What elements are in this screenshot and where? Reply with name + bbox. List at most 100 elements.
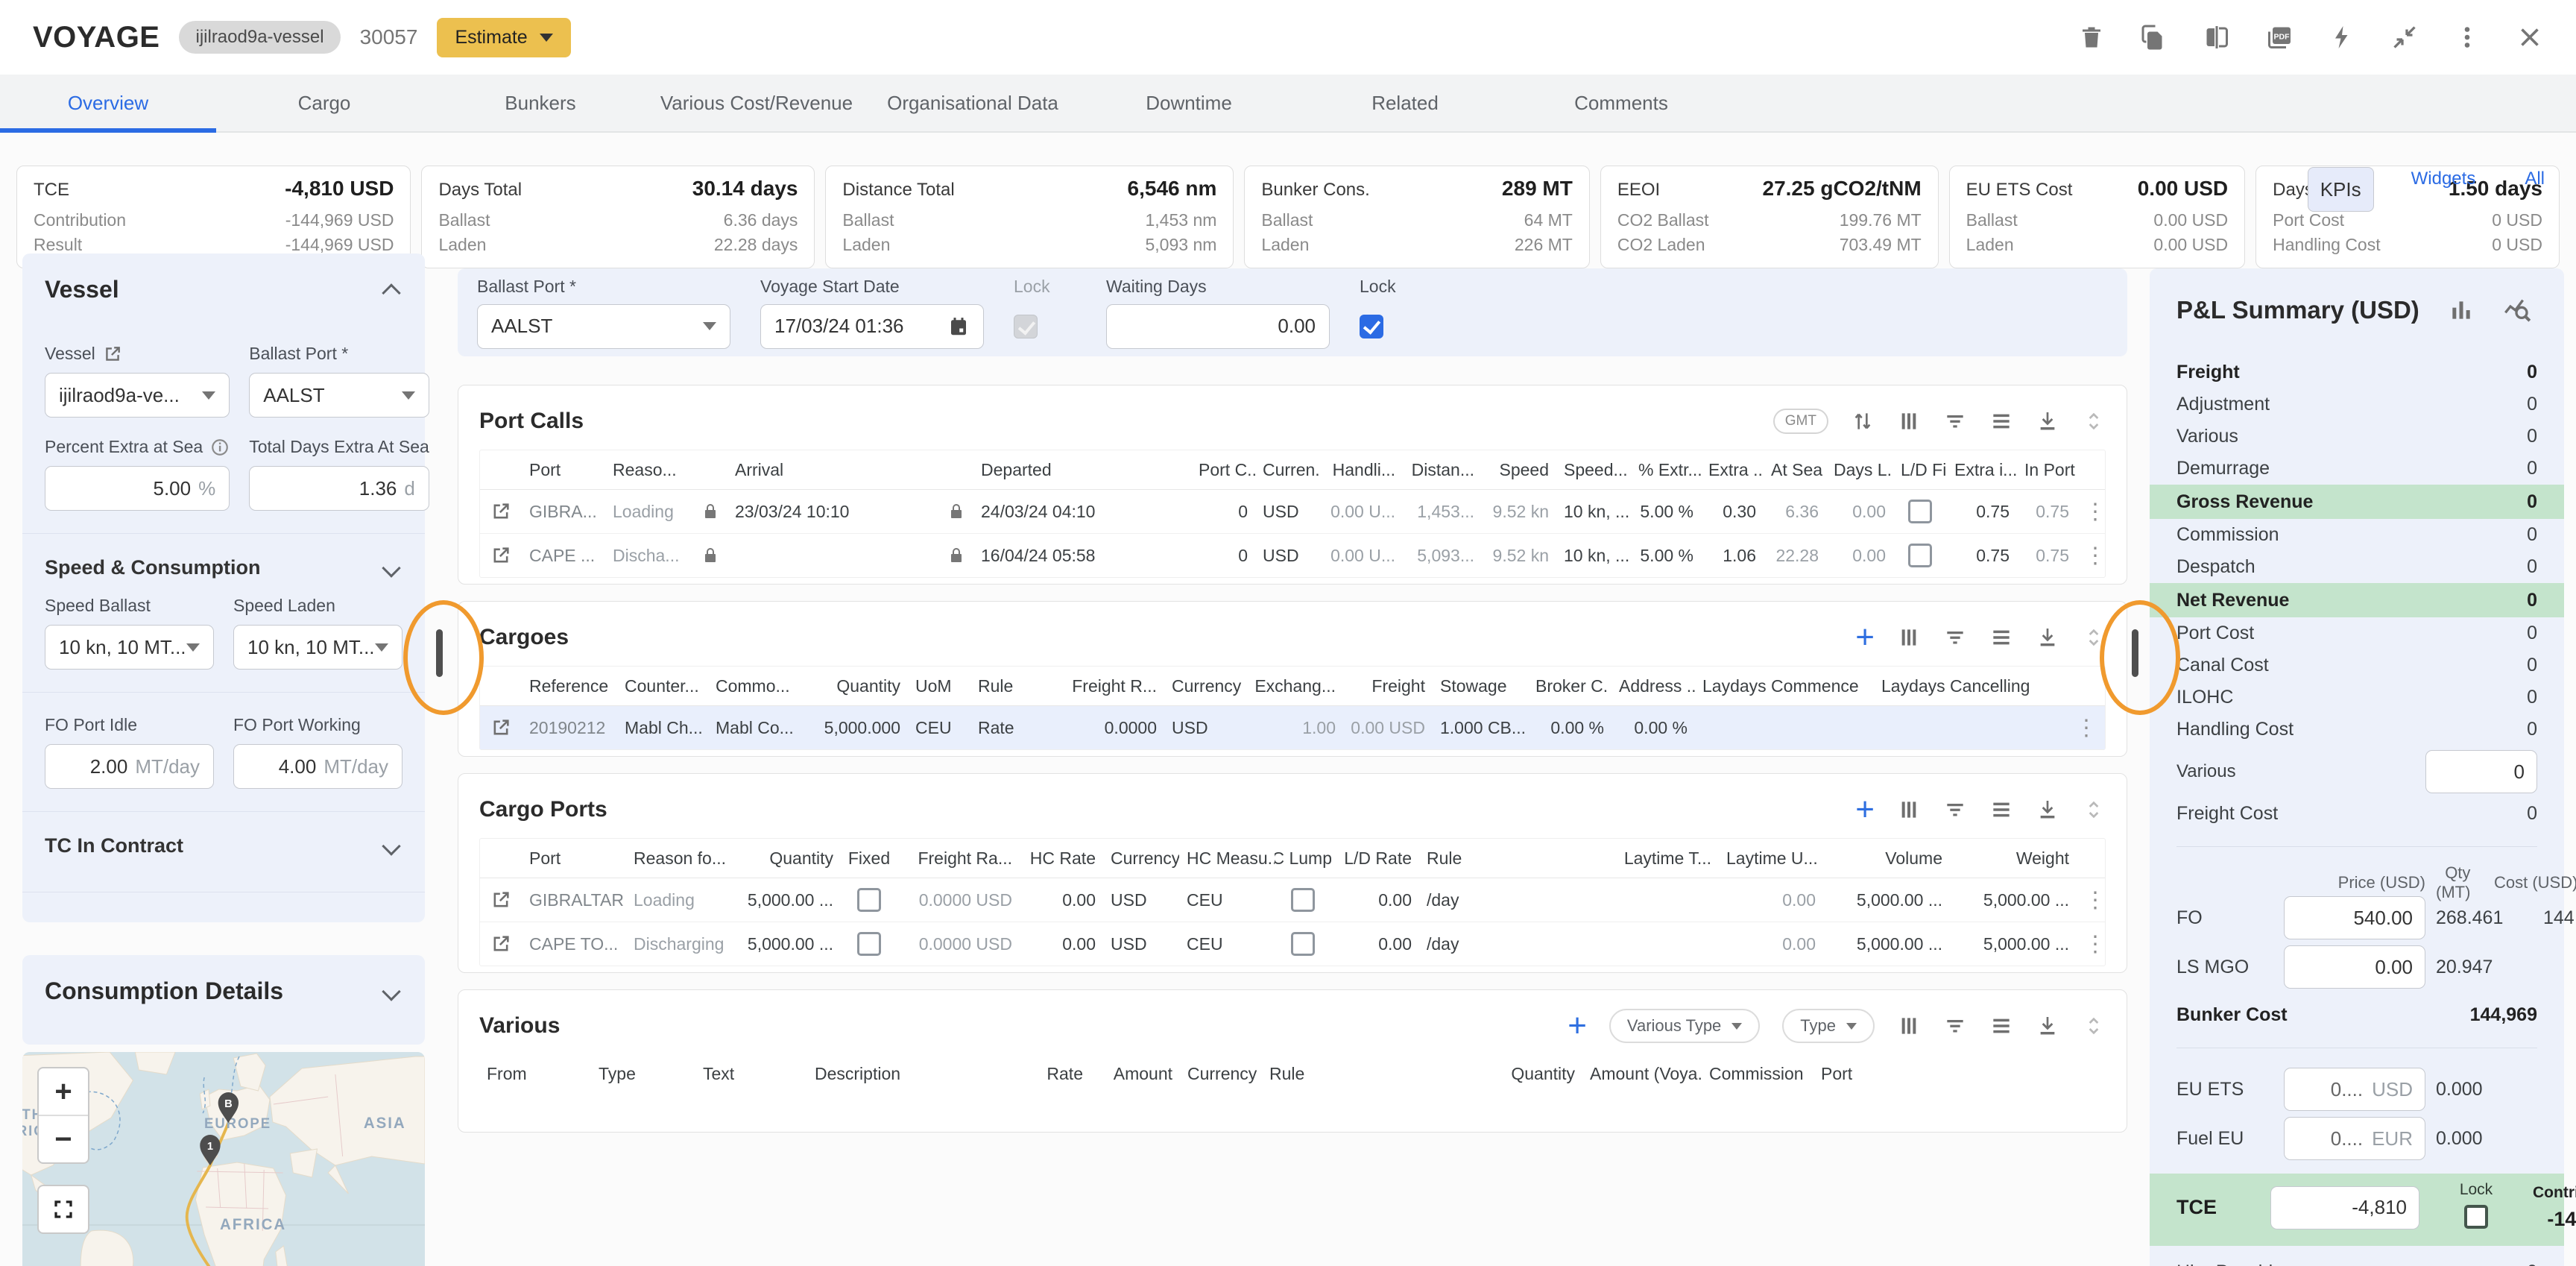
fixed-checkbox[interactable] <box>857 888 881 912</box>
filter-icon[interactable] <box>1943 1014 1967 1038</box>
columns-icon[interactable] <box>1897 1014 1921 1038</box>
download-icon[interactable] <box>2036 409 2059 433</box>
tce-lock-checkbox[interactable] <box>2464 1205 2488 1229</box>
tab-downtime[interactable]: Downtime <box>1081 75 1297 131</box>
hc-lumpsum-checkbox[interactable] <box>1291 932 1315 956</box>
external-link-icon[interactable] <box>103 344 122 364</box>
percent-extra-input[interactable]: 5.00% <box>45 466 230 511</box>
form-ballast-port-select[interactable]: AALST <box>477 304 730 349</box>
tab-comments[interactable]: Comments <box>1513 75 1729 131</box>
chevron-down-icon[interactable] <box>382 558 400 577</box>
row-density-icon[interactable] <box>1989 1014 2013 1038</box>
row-density-icon[interactable] <box>1989 626 2013 649</box>
tab-cargo[interactable]: Cargo <box>216 75 432 131</box>
expand-collapse-icon[interactable] <box>2082 626 2106 649</box>
tce-input[interactable]: -4,810 <box>2270 1186 2419 1229</box>
ballast-port-select[interactable]: AALST <box>249 373 429 418</box>
fo-port-working-input[interactable]: 4.00MT/day <box>233 744 402 789</box>
open-cargo-port-icon[interactable] <box>490 889 511 910</box>
open-port-call-icon[interactable] <box>490 501 511 522</box>
row-menu-icon[interactable]: ⋮ <box>2060 715 2112 741</box>
lock-icon[interactable] <box>947 503 965 520</box>
lsmgo-price-input[interactable]: 0.00 <box>2284 945 2425 989</box>
compare-icon[interactable] <box>2203 24 2230 51</box>
columns-icon[interactable] <box>1897 626 1921 649</box>
filter-icon[interactable] <box>1943 409 1967 433</box>
days-extra-input[interactable]: 1.36d <box>249 466 429 511</box>
view-link-all[interactable]: All <box>2513 167 2557 212</box>
pnl-various-input[interactable]: 0 <box>2425 750 2537 793</box>
add-cargo-button[interactable]: + <box>1855 626 1875 649</box>
hc-lumpsum-checkbox[interactable] <box>1291 888 1315 912</box>
type-filter[interactable]: Type <box>1782 1009 1875 1043</box>
bar-chart-icon[interactable] <box>2446 295 2476 325</box>
ld-first-checkbox[interactable] <box>1908 544 1932 567</box>
columns-icon[interactable] <box>1897 798 1921 822</box>
tab-bunkers[interactable]: Bunkers <box>432 75 648 131</box>
close-icon[interactable] <box>2516 24 2543 51</box>
vessel-select[interactable]: ijilraod9a-ve... <box>45 373 230 418</box>
row-menu-icon[interactable]: ⋮ <box>2077 543 2112 569</box>
download-icon[interactable] <box>2036 798 2059 822</box>
sort-icon[interactable] <box>1851 409 1875 433</box>
voyage-start-date-input[interactable]: 17/03/24 01:36 <box>760 304 984 349</box>
analysis-chart-icon[interactable] <box>2503 295 2533 325</box>
lock-icon[interactable] <box>701 503 719 520</box>
row-menu-icon[interactable]: ⋮ <box>2077 931 2112 957</box>
lock-icon[interactable] <box>947 547 965 564</box>
quick-action-icon[interactable] <box>2329 24 2355 51</box>
eu-ets-input[interactable]: 0....USD <box>2284 1068 2425 1111</box>
filter-icon[interactable] <box>1943 626 1967 649</box>
open-cargo-port-icon[interactable] <box>490 933 511 954</box>
open-cargo-icon[interactable] <box>490 717 511 738</box>
add-cargo-port-button[interactable]: + <box>1855 798 1875 822</box>
chevron-down-icon[interactable] <box>382 837 400 855</box>
tab-overview[interactable]: Overview <box>0 75 216 131</box>
map-fullscreen-button[interactable] <box>37 1185 89 1234</box>
lock-icon[interactable] <box>701 547 719 564</box>
fo-port-idle-input[interactable]: 2.00MT/day <box>45 744 214 789</box>
download-icon[interactable] <box>2036 1014 2059 1038</box>
row-density-icon[interactable] <box>1989 798 2013 822</box>
tab-related[interactable]: Related <box>1297 75 1513 131</box>
chevron-up-icon[interactable] <box>382 283 400 302</box>
fuel-eu-input[interactable]: 0....EUR <box>2284 1117 2425 1160</box>
columns-icon[interactable] <box>1897 409 1921 433</box>
more-options-icon[interactable] <box>2454 24 2481 51</box>
start-date-lock-checkbox[interactable] <box>1014 315 1038 338</box>
waiting-days-input[interactable]: 0.00 <box>1106 304 1330 349</box>
tab-various-cost-revenue[interactable]: Various Cost/Revenue <box>648 75 865 131</box>
calendar-icon[interactable] <box>947 315 970 338</box>
open-port-call-icon[interactable] <box>490 545 511 566</box>
speed-ballast-select[interactable]: 10 kn, 10 MT... <box>45 625 214 670</box>
tab-organisational-data[interactable]: Organisational Data <box>865 75 1081 131</box>
map-zoom-out-button[interactable]: − <box>39 1115 88 1162</box>
pdf-export-icon[interactable] <box>2266 24 2293 51</box>
estimate-dropdown-button[interactable]: Estimate <box>437 18 570 57</box>
fo-price-input[interactable]: 540.00 <box>2284 896 2425 939</box>
various-type-filter[interactable]: Various Type <box>1609 1009 1760 1043</box>
waiting-days-lock-checkbox[interactable] <box>1360 315 1383 338</box>
row-density-icon[interactable] <box>1989 409 2013 433</box>
view-link-widgets[interactable]: Widgets <box>2399 167 2488 212</box>
timezone-toggle[interactable]: GMT <box>1773 409 1828 434</box>
download-icon[interactable] <box>2036 626 2059 649</box>
map-zoom-in-button[interactable]: + <box>39 1068 88 1115</box>
expand-collapse-icon[interactable] <box>2082 409 2106 433</box>
copy-icon[interactable] <box>2141 24 2168 51</box>
pnl-resize-handle[interactable] <box>2132 629 2138 677</box>
expand-collapse-icon[interactable] <box>2082 798 2106 822</box>
expand-collapse-icon[interactable] <box>2082 1014 2106 1038</box>
delete-icon[interactable] <box>2078 24 2105 51</box>
add-various-button[interactable]: + <box>1568 1014 1587 1038</box>
view-link-kpis[interactable]: KPIs <box>2308 167 2374 212</box>
ld-first-checkbox[interactable] <box>1908 500 1932 523</box>
chevron-down-icon[interactable] <box>382 982 400 1001</box>
filter-icon[interactable] <box>1943 798 1967 822</box>
fixed-checkbox[interactable] <box>857 932 881 956</box>
sidebar-resize-handle[interactable] <box>436 629 443 677</box>
route-map[interactable]: EUROPE ASIA AFRICA SOUTH AMERICA TH RIC … <box>22 1052 425 1266</box>
row-menu-icon[interactable]: ⋮ <box>2077 887 2112 913</box>
row-menu-icon[interactable]: ⋮ <box>2077 499 2112 525</box>
speed-laden-select[interactable]: 10 kn, 10 MT... <box>233 625 402 670</box>
